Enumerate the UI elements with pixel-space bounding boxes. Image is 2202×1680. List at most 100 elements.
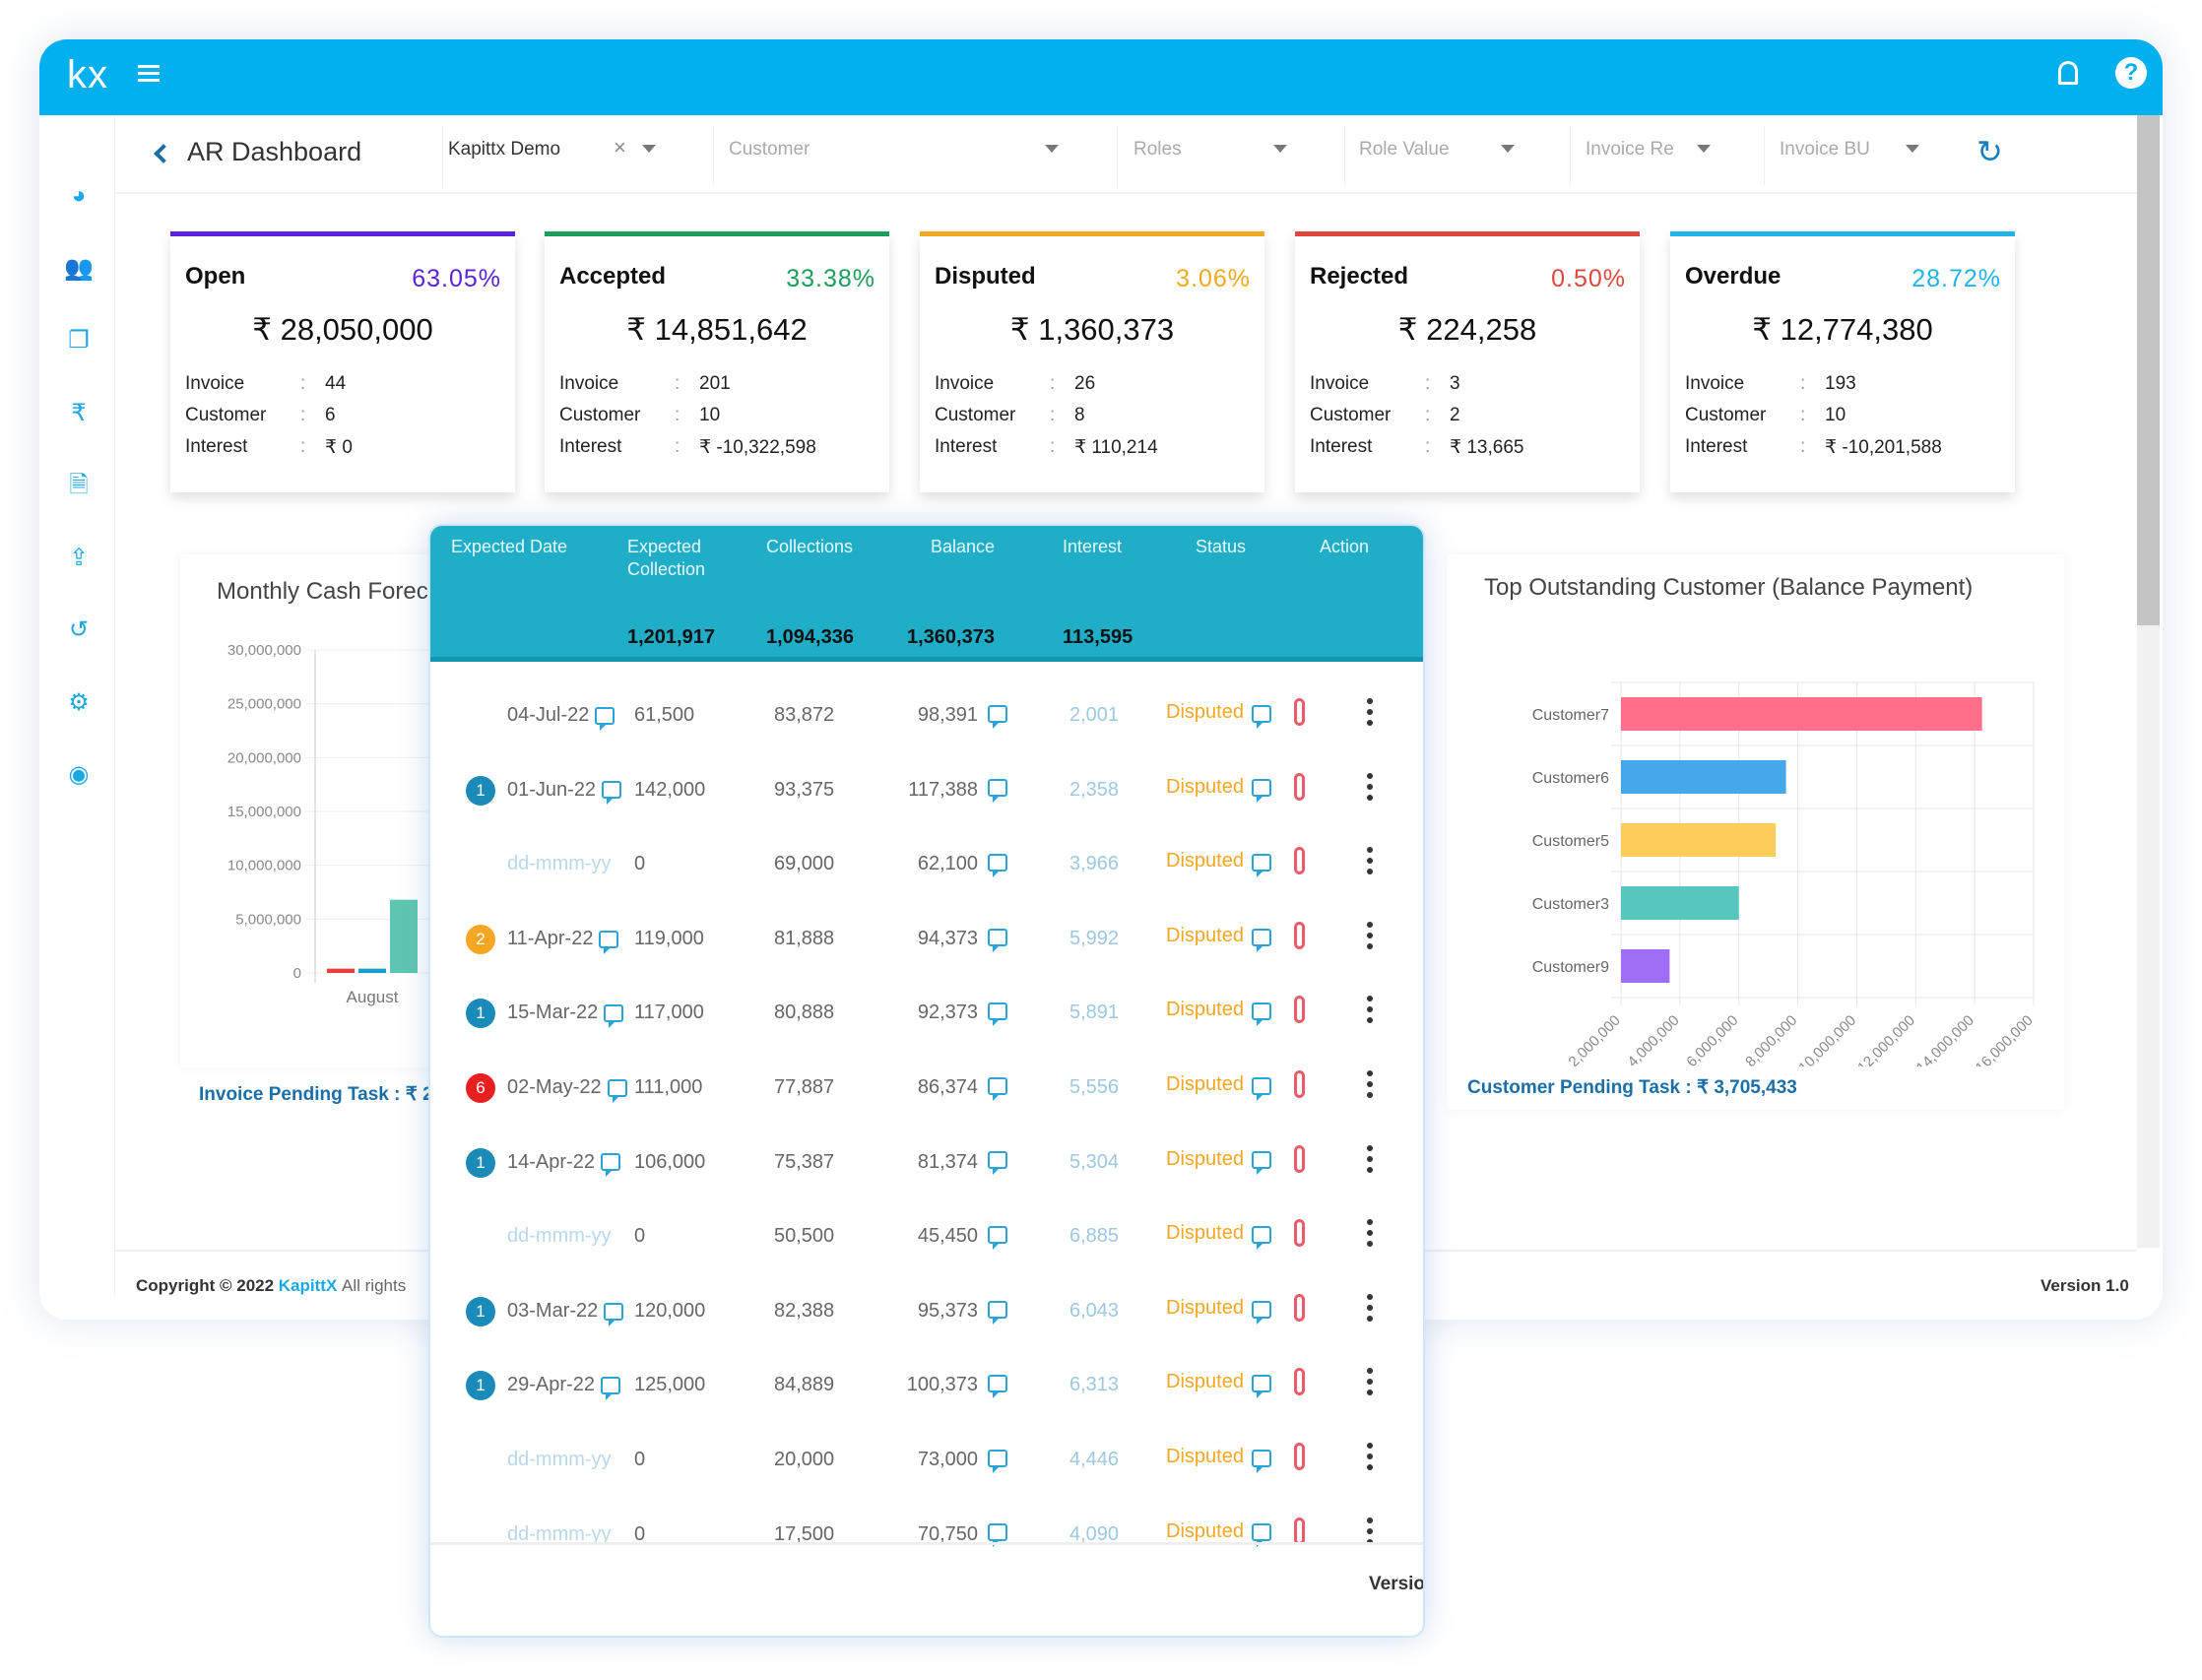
count-badge[interactable]: 1 bbox=[466, 1147, 495, 1178]
status-label[interactable]: Disputed bbox=[1166, 1222, 1244, 1245]
status-card-disputed[interactable]: Disputed 3.06% ₹ 1,360,373 Invoice : 26 Cu… bbox=[920, 231, 1264, 492]
date-value[interactable]: dd-mmm-yy bbox=[507, 853, 612, 874]
paperclip-icon[interactable] bbox=[1294, 1517, 1305, 1545]
brand-link[interactable]: KapittX bbox=[279, 1276, 338, 1295]
bell-icon[interactable] bbox=[2058, 61, 2078, 85]
paperclip-icon[interactable] bbox=[1294, 1070, 1305, 1098]
status-label[interactable]: Disputed bbox=[1166, 701, 1244, 724]
invoice-bu-select[interactable]: Invoice BU bbox=[1780, 139, 1870, 161]
comment-icon[interactable] bbox=[988, 779, 1007, 804]
more-actions-icon[interactable] bbox=[1367, 996, 1373, 1028]
expected-date-field[interactable]: 29-Apr-22 bbox=[507, 1374, 620, 1401]
comment-icon[interactable] bbox=[1252, 1225, 1271, 1250]
invoice-re-select[interactable]: Invoice Re bbox=[1586, 139, 1674, 161]
date-value[interactable]: dd-mmm-yy bbox=[507, 1225, 612, 1247]
more-actions-icon[interactable] bbox=[1367, 1293, 1373, 1326]
chevron-down-icon[interactable] bbox=[1045, 145, 1059, 153]
expected-date-field[interactable]: dd-mmm-yy bbox=[507, 853, 612, 875]
date-value[interactable]: 01-Jun-22 bbox=[507, 779, 596, 801]
count-badge[interactable]: 2 bbox=[466, 924, 495, 954]
column-header-status[interactable]: Status bbox=[1196, 536, 1246, 558]
count-badge[interactable]: 1 bbox=[466, 775, 495, 806]
comment-icon[interactable] bbox=[1252, 928, 1271, 952]
role-value-select[interactable]: Role Value bbox=[1359, 139, 1450, 161]
comment-icon[interactable] bbox=[1252, 779, 1271, 804]
expected-date-field[interactable]: 02-May-22 bbox=[507, 1076, 627, 1103]
comment-icon[interactable] bbox=[595, 706, 615, 731]
paperclip-icon[interactable] bbox=[1294, 847, 1305, 875]
column-header-expected-collection[interactable]: Expected Collection bbox=[627, 536, 745, 581]
paperclip-icon[interactable] bbox=[1294, 1219, 1305, 1248]
more-actions-icon[interactable] bbox=[1367, 1443, 1373, 1475]
comment-icon[interactable] bbox=[988, 928, 1007, 952]
status-label[interactable]: Disputed bbox=[1166, 850, 1244, 872]
settings-icon[interactable]: ⚙ bbox=[64, 688, 94, 718]
date-value[interactable]: 11-Apr-22 bbox=[507, 928, 593, 949]
comment-icon[interactable] bbox=[988, 704, 1007, 729]
paperclip-icon[interactable] bbox=[1294, 1443, 1305, 1470]
comment-icon[interactable] bbox=[1252, 1002, 1271, 1027]
comment-icon[interactable] bbox=[988, 1449, 1007, 1473]
chevron-down-icon[interactable] bbox=[1697, 145, 1711, 153]
comment-icon[interactable] bbox=[988, 1151, 1007, 1176]
status-card-accepted[interactable]: Accepted 33.38% ₹ 14,851,642 Invoice : 20… bbox=[545, 231, 889, 492]
more-actions-icon[interactable] bbox=[1367, 1070, 1373, 1103]
invoice-icon[interactable]: 🗎 bbox=[64, 471, 94, 500]
status-card-rejected[interactable]: Rejected 0.50% ₹ 224,258 Invoice : 3 Custo… bbox=[1295, 231, 1640, 492]
comment-icon[interactable] bbox=[600, 1153, 620, 1178]
expected-date-field[interactable]: 03-Mar-22 bbox=[507, 1300, 624, 1326]
count-badge[interactable]: 6 bbox=[466, 1073, 495, 1103]
status-label[interactable]: Disputed bbox=[1166, 1520, 1244, 1543]
clear-icon[interactable]: × bbox=[614, 135, 626, 161]
status-label[interactable]: Disputed bbox=[1166, 1297, 1244, 1320]
status-card-open[interactable]: Open 63.05% ₹ 28,050,000 Invoice : 44 Cust… bbox=[170, 231, 515, 492]
comment-icon[interactable] bbox=[607, 1078, 627, 1103]
comment-icon[interactable] bbox=[988, 1300, 1007, 1325]
comment-icon[interactable] bbox=[1252, 1523, 1271, 1548]
status-label[interactable]: Disputed bbox=[1166, 1371, 1244, 1393]
customer-select[interactable]: Customer bbox=[729, 139, 810, 161]
date-value[interactable]: 04-Jul-22 bbox=[507, 704, 589, 726]
more-actions-icon[interactable] bbox=[1367, 698, 1373, 731]
paperclip-icon[interactable] bbox=[1294, 772, 1305, 801]
comment-icon[interactable] bbox=[602, 781, 622, 806]
comment-icon[interactable] bbox=[604, 1004, 624, 1029]
count-badge[interactable]: 1 bbox=[466, 999, 495, 1029]
customer-pending-task[interactable]: Customer Pending Task : ₹ 3,705,433 bbox=[1467, 1076, 1797, 1099]
date-value[interactable]: 15-Mar-22 bbox=[507, 1002, 598, 1023]
paperclip-icon[interactable] bbox=[1294, 1368, 1305, 1396]
date-value[interactable]: 14-Apr-22 bbox=[507, 1151, 595, 1173]
chevron-down-icon[interactable] bbox=[1273, 145, 1287, 153]
refresh-icon[interactable]: ↻ bbox=[1976, 133, 2003, 170]
history-icon[interactable]: ↺ bbox=[64, 615, 94, 645]
comment-icon[interactable] bbox=[988, 1076, 1007, 1101]
menu-icon[interactable] bbox=[138, 61, 160, 86]
more-actions-icon[interactable] bbox=[1367, 1368, 1373, 1400]
status-label[interactable]: Disputed bbox=[1166, 1446, 1244, 1468]
paperclip-icon[interactable] bbox=[1294, 921, 1305, 949]
comment-icon[interactable] bbox=[604, 1302, 624, 1326]
comment-icon[interactable] bbox=[988, 1225, 1007, 1250]
expected-date-field[interactable]: 15-Mar-22 bbox=[507, 1002, 624, 1029]
comment-icon[interactable] bbox=[988, 1002, 1007, 1027]
status-label[interactable]: Disputed bbox=[1166, 999, 1244, 1021]
column-header-action[interactable]: Action bbox=[1320, 536, 1369, 558]
date-value[interactable]: dd-mmm-yy bbox=[507, 1449, 612, 1470]
status-label[interactable]: Disputed bbox=[1166, 925, 1244, 947]
more-actions-icon[interactable] bbox=[1367, 1144, 1373, 1178]
date-value[interactable]: 02-May-22 bbox=[507, 1076, 602, 1098]
company-select[interactable]: Kapittx Demo bbox=[448, 139, 560, 161]
expected-date-field[interactable]: 14-Apr-22 bbox=[507, 1151, 620, 1178]
expected-date-field[interactable]: 04-Jul-22 bbox=[507, 704, 615, 731]
table-scrollbar[interactable] bbox=[1423, 690, 1425, 1146]
chevron-down-icon[interactable] bbox=[1906, 145, 1919, 153]
scrollbar-thumb[interactable] bbox=[2137, 115, 2160, 625]
comment-icon[interactable] bbox=[988, 1523, 1007, 1548]
expected-date-field[interactable]: dd-mmm-yy bbox=[507, 1449, 612, 1471]
invoice-pending-task[interactable]: Invoice Pending Task : ₹ 2 bbox=[199, 1083, 433, 1106]
count-badge[interactable]: 1 bbox=[466, 1371, 495, 1401]
comment-icon[interactable] bbox=[1252, 1151, 1271, 1176]
status-label[interactable]: Disputed bbox=[1166, 1073, 1244, 1096]
users-icon[interactable]: 👥 bbox=[64, 254, 94, 284]
comment-icon[interactable] bbox=[1252, 853, 1271, 877]
